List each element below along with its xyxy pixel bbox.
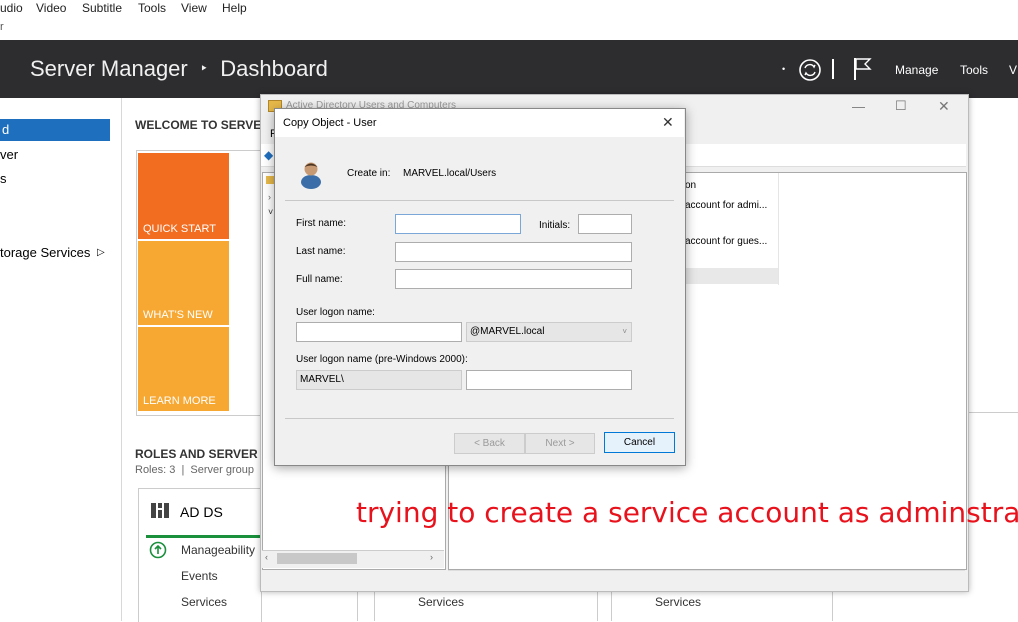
first-name-label: First name: — [296, 218, 347, 229]
tile-label: WHAT'S NEW — [143, 309, 213, 321]
domain-select-value: @MARVEL.local — [470, 326, 545, 337]
chevron-down-icon: ˅ — [622, 327, 627, 336]
initials-label: Initials: — [539, 220, 571, 231]
flag-icon[interactable] — [851, 56, 873, 82]
dialog-title: Copy Object - User — [283, 117, 377, 129]
list-item[interactable]: account for gues... — [685, 236, 767, 247]
user-icon — [301, 162, 321, 189]
sidebar-item-local-server[interactable]: ver — [0, 144, 110, 166]
sidebar-item-storage[interactable]: torage Services ▷ — [0, 242, 121, 264]
aduc-statusbar — [448, 570, 965, 590]
dialog-close-icon[interactable]: ✕ — [662, 114, 674, 131]
role-card-2[interactable] — [374, 590, 598, 621]
last-name-label: Last name: — [296, 246, 346, 257]
header-divider — [832, 59, 834, 79]
player-menubar: udio Video Subtitle Tools View Help — [0, 0, 1018, 18]
first-name-field[interactable] — [395, 214, 521, 234]
maximize-icon[interactable]: ☐ — [895, 98, 907, 114]
scroll-left-icon[interactable]: ‹ — [265, 552, 268, 562]
role-card-3[interactable] — [611, 590, 833, 621]
create-in-label: Create in: — [347, 168, 391, 179]
menu-subtitle[interactable]: Subtitle — [82, 1, 122, 15]
view-menu[interactable]: V — [1009, 63, 1017, 77]
selected-row[interactable] — [684, 268, 778, 284]
dialog-separator — [285, 200, 674, 201]
column-divider — [778, 173, 779, 285]
domain-select[interactable]: @MARVEL.local ˅ — [466, 322, 632, 342]
close-icon[interactable]: ✕ — [938, 98, 950, 115]
events-label[interactable]: Events — [181, 569, 218, 583]
card-border — [357, 590, 358, 621]
up-arrow-status-icon — [149, 541, 167, 559]
services-label-3[interactable]: Services — [655, 595, 701, 609]
sidebar-item-all-servers[interactable]: s — [0, 168, 110, 190]
manageability-label[interactable]: Manageability — [181, 543, 255, 557]
roles-subtitle: Roles: 3 | Server group — [135, 464, 255, 476]
annotation-text: trying to create a service account as ad… — [356, 496, 1018, 529]
sidebar-item-dashboard[interactable]: d — [0, 119, 110, 141]
pre2000-logon-field[interactable] — [466, 370, 632, 390]
expand-arrow-icon[interactable]: ▷ — [97, 242, 105, 264]
tile-whats-new[interactable]: WHAT'S NEW — [138, 241, 229, 325]
tile-label: LEARN MORE — [143, 395, 216, 407]
menu-video[interactable]: Video — [36, 1, 66, 15]
next-button[interactable]: Next > — [525, 433, 595, 454]
app-name: Server Manager — [30, 56, 188, 81]
back-arrow-icon[interactable]: ◆ — [264, 148, 273, 162]
back-button[interactable]: < Back — [454, 433, 525, 454]
menu-audio[interactable]: udio — [0, 1, 23, 15]
tree-expander-icon[interactable]: › — [268, 192, 271, 202]
sidebar-item-label: torage Services — [0, 245, 91, 260]
tile-label: QUICK START — [143, 223, 216, 235]
sidebar-item-label: ver — [0, 147, 19, 162]
scroll-right-icon[interactable]: › — [430, 552, 433, 562]
column-header-description[interactable]: on — [685, 180, 696, 191]
sidebar-item-label: d — [2, 122, 10, 137]
welcome-heading: WELCOME TO SERVE — [135, 118, 262, 132]
pre2000-domain-field: MARVEL\ — [296, 370, 462, 390]
services-label-1[interactable]: Services — [181, 595, 227, 609]
sidebar-item-label: s — [0, 171, 7, 186]
last-name-field[interactable] — [395, 242, 632, 262]
page-title: Server Manager ‣ Dashboard — [30, 56, 328, 82]
roles-heading: ROLES AND SERVER — [135, 447, 258, 461]
tree-collapse-icon[interactable]: ˅ — [268, 207, 273, 217]
page-name: Dashboard — [220, 56, 328, 81]
tile-quick-start[interactable]: QUICK START — [138, 153, 229, 239]
menu-help[interactable]: Help — [222, 1, 247, 15]
tools-menu[interactable]: Tools — [960, 63, 988, 77]
refresh-icon[interactable] — [797, 57, 825, 83]
full-name-label: Full name: — [296, 274, 343, 285]
list-item[interactable]: account for admi... — [685, 200, 767, 211]
pre2000-domain-value: MARVEL\ — [300, 374, 344, 385]
services-label-2[interactable]: Services — [418, 595, 464, 609]
minimize-icon[interactable]: — — [852, 99, 865, 114]
full-name-field[interactable] — [395, 269, 632, 289]
role-name: AD DS — [180, 504, 223, 520]
dropdown-dot-icon[interactable]: • — [782, 64, 792, 74]
breadcrumb-separator: ‣ — [199, 60, 209, 76]
scroll-thumb[interactable] — [277, 553, 357, 564]
tile-learn-more[interactable]: LEARN MORE — [138, 327, 229, 411]
titlebar-text: r — [0, 21, 4, 33]
dialog-separator-bottom — [285, 418, 674, 419]
player-titlebar: r — [0, 18, 1018, 41]
manage-menu[interactable]: Manage — [895, 63, 938, 77]
menu-view[interactable]: View — [181, 1, 207, 15]
logon-name-label: User logon name: — [296, 307, 375, 318]
menu-tools[interactable]: Tools — [138, 1, 166, 15]
logon-name-field[interactable] — [296, 322, 462, 342]
server-role-icon — [151, 503, 169, 518]
initials-field[interactable] — [578, 214, 632, 234]
divider-line — [967, 412, 1018, 413]
aduc-title: Active Directory Users and Computers — [286, 100, 457, 108]
role-status-bar — [146, 535, 260, 538]
pre2000-label: User logon name (pre-Windows 2000): — [296, 354, 468, 365]
create-in-value: MARVEL.local/Users — [403, 168, 497, 179]
cancel-button[interactable]: Cancel — [604, 432, 675, 453]
